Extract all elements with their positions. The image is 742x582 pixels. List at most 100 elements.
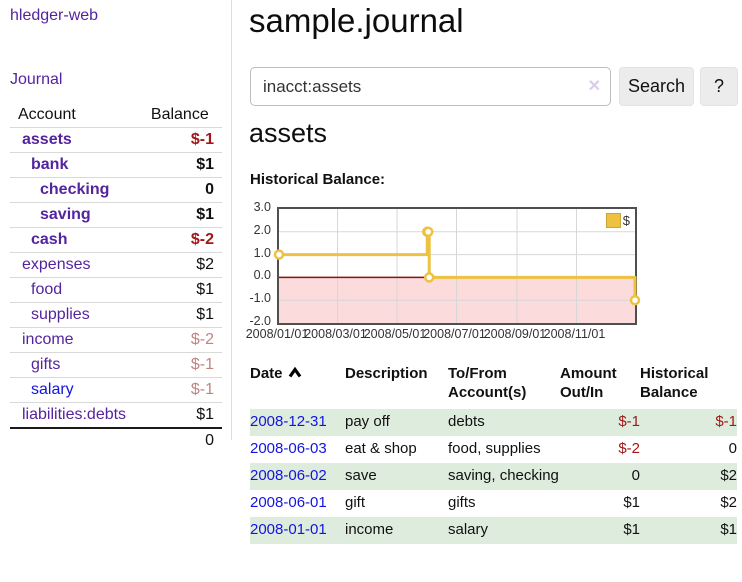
account-balance: $1 — [143, 278, 222, 303]
account-balance: $-2 — [143, 228, 222, 253]
register-date-link[interactable]: 2008-06-03 — [250, 440, 327, 457]
register-row: 2008-01-01incomesalary$1$1 — [250, 517, 737, 544]
y-axis-tick-label: -1.0 — [245, 290, 271, 306]
register-accounts: saving, checking — [448, 463, 560, 490]
sidebar-account-liabilities-debts[interactable]: liabilities:debts — [22, 406, 126, 423]
register-header-amount: Amount Out/In — [560, 364, 640, 409]
sidebar-account-checking[interactable]: checking — [40, 181, 109, 198]
register-row: 2008-12-31pay offdebts$-1$-1 — [250, 409, 737, 436]
historical-balance-chart: $ 3.02.01.00.0-1.0-2.02008/01/012008/03/… — [245, 194, 737, 346]
register-header-description: Description — [345, 364, 448, 409]
register-accounts: food, supplies — [448, 436, 560, 463]
sidebar-divider — [231, 0, 232, 440]
account-row: checking 0 — [10, 178, 222, 203]
y-axis-tick-label: 1.0 — [245, 245, 271, 261]
register-header-date[interactable]: Date — [250, 364, 345, 409]
sidebar-account-bank[interactable]: bank — [31, 156, 68, 173]
register-amount: $1 — [560, 490, 640, 517]
account-row: supplies $1 — [10, 303, 222, 328]
register-balance: $1 — [640, 517, 737, 544]
sidebar-account-cash[interactable]: cash — [31, 231, 67, 248]
register-date-link[interactable]: 2008-01-01 — [250, 521, 327, 538]
chart-title-label: Historical Balance: — [250, 171, 385, 188]
account-row: food $1 — [10, 278, 222, 303]
sidebar-account-expenses[interactable]: expenses — [22, 256, 91, 273]
account-row: salary $-1 — [10, 378, 222, 403]
sidebar-account-salary[interactable]: salary — [31, 381, 74, 398]
account-row: saving $1 — [10, 203, 222, 228]
account-balance: $-1 — [143, 378, 222, 403]
sidebar-account-income[interactable]: income — [22, 331, 74, 348]
register-description: eat & shop — [345, 436, 448, 463]
register-row: 2008-06-02savesaving, checking0$2 — [250, 463, 737, 490]
chart-plot-area[interactable]: $ — [277, 207, 637, 325]
brand-link[interactable]: hledger-web — [10, 7, 98, 25]
register-balance: $2 — [640, 490, 737, 517]
y-axis-tick-label: 2.0 — [245, 222, 271, 238]
account-balance: $-2 — [143, 328, 222, 353]
register-amount: $1 — [560, 517, 640, 544]
register-accounts: gifts — [448, 490, 560, 517]
sidebar-account-gifts[interactable]: gifts — [31, 356, 60, 373]
accounts-table: Account Balance assets $-1 bank $1 checking 0… — [10, 103, 222, 453]
accounts-total-row: 0 — [10, 428, 222, 453]
search-button[interactable]: Search — [619, 67, 694, 106]
sidebar-account-food[interactable]: food — [31, 281, 62, 298]
account-row: income $-2 — [10, 328, 222, 353]
register-balance: 0 — [640, 436, 737, 463]
search-input[interactable] — [250, 67, 611, 106]
account-row: expenses $2 — [10, 253, 222, 278]
register-date-link[interactable]: 2008-06-01 — [250, 494, 327, 511]
account-row: assets $-1 — [10, 128, 222, 153]
y-axis-tick-label: 0.0 — [245, 267, 271, 283]
account-row: cash $-2 — [10, 228, 222, 253]
legend-label: $ — [623, 213, 630, 228]
register-date-link[interactable]: 2008-12-31 — [250, 413, 327, 430]
sidebar-account-saving[interactable]: saving — [40, 206, 91, 223]
accounts-header-balance: Balance — [143, 103, 222, 128]
balance-step-line[interactable] — [279, 209, 635, 323]
sidebar-account-supplies[interactable]: supplies — [31, 306, 90, 323]
register-row: 2008-06-01 giftgifts$1$2 — [250, 490, 737, 517]
accounts-total-value: 0 — [143, 428, 222, 453]
account-balance: $2 — [143, 253, 222, 278]
register-accounts: salary — [448, 517, 560, 544]
account-balance: $1 — [143, 153, 222, 178]
register-accounts: debts — [448, 409, 560, 436]
register-balance: $-1 — [640, 409, 737, 436]
account-row: liabilities:debts $1 — [10, 403, 222, 429]
register-amount: 0 — [560, 463, 640, 490]
accounts-header-account: Account — [10, 103, 143, 128]
sort-ascending-icon — [288, 364, 302, 383]
y-axis-tick-label: 3.0 — [245, 199, 271, 215]
legend-swatch-icon — [606, 213, 621, 228]
accounts-header-row: Account Balance — [10, 103, 222, 128]
register-description: save — [345, 463, 448, 490]
register-amount: $-1 — [560, 409, 640, 436]
account-balance: $-1 — [143, 128, 222, 153]
account-balance: $1 — [143, 403, 222, 429]
register-date-link[interactable]: 2008-06-02 — [250, 467, 327, 484]
register-row: 2008-06-03 eat & shopfood, supplies$-20 — [250, 436, 737, 463]
register-header-row: Date Description To/From Account(s) Amou… — [250, 364, 737, 409]
help-button[interactable]: ? — [700, 67, 738, 106]
register-description: pay off — [345, 409, 448, 436]
register-amount: $-2 — [560, 436, 640, 463]
register-header-accounts: To/From Account(s) — [448, 364, 560, 409]
account-balance: $1 — [143, 303, 222, 328]
sidebar-account-assets[interactable]: assets — [22, 131, 72, 148]
account-heading: assets — [249, 118, 327, 149]
register-description: gift — [345, 490, 448, 517]
x-axis-tick-label: 2008/11/01 — [539, 327, 609, 341]
account-balance: $-1 — [143, 353, 222, 378]
sidebar-item-journal[interactable]: Journal — [10, 71, 62, 89]
register-description: income — [345, 517, 448, 544]
account-balance: 0 — [143, 178, 222, 203]
account-row: gifts $-1 — [10, 353, 222, 378]
account-balance: $1 — [143, 203, 222, 228]
clear-search-icon[interactable]: ✕ — [588, 76, 601, 96]
account-row: bank $1 — [10, 153, 222, 178]
register-table: Date Description To/From Account(s) Amou… — [250, 364, 737, 544]
register-header-balance: Historical Balance — [640, 364, 737, 409]
search-form: ✕ — [250, 67, 611, 106]
